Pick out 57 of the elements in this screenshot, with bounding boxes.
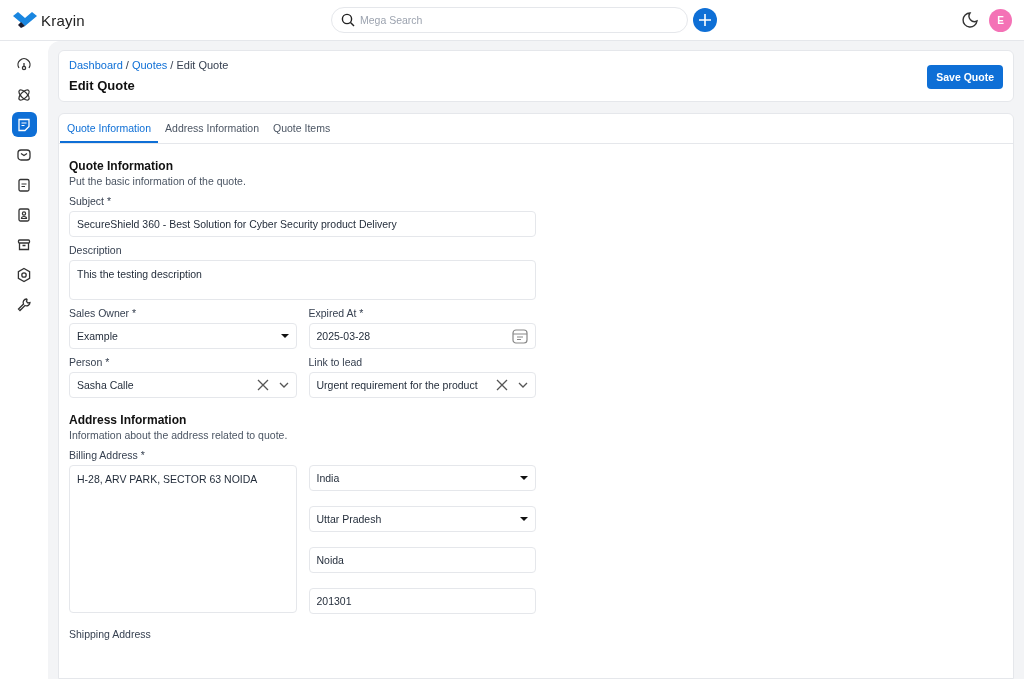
page-title: Edit Quote	[69, 78, 136, 93]
logo-icon	[13, 12, 37, 28]
breadcrumb-separator: /	[170, 59, 174, 71]
breadcrumb-current: Edit Quote	[176, 59, 229, 71]
breadcrumb-link[interactable]: Quotes	[131, 59, 168, 71]
mail-icon	[16, 146, 32, 163]
text-area[interactable]: This the testing description	[69, 260, 536, 300]
field-label: Billing Address *	[69, 449, 146, 461]
gauge-icon	[16, 56, 32, 73]
close-icon[interactable]	[496, 379, 508, 391]
breadcrumb-separator: /	[125, 59, 129, 71]
caret-icon	[520, 476, 528, 480]
tab[interactable]: Quote Information	[60, 114, 159, 143]
input-field[interactable]: Noida	[308, 547, 536, 573]
section-title: Quote Information	[69, 159, 174, 173]
field-label: Link to lead	[308, 356, 364, 368]
select-field[interactable]: Example	[69, 323, 297, 349]
field-label: Sales Owner *	[69, 307, 138, 319]
select-field[interactable]: India	[308, 465, 536, 491]
caret-icon	[280, 334, 289, 338]
clipboard-icon	[16, 176, 32, 193]
chevron-down-icon	[278, 382, 289, 388]
moon-icon[interactable]	[961, 11, 979, 29]
wrench-icon	[16, 296, 32, 313]
settings-icon	[16, 266, 32, 283]
caret-icon	[520, 517, 528, 521]
add-button[interactable]	[693, 8, 717, 32]
logo-text: Krayin	[41, 11, 85, 29]
field-label: Subject *	[69, 195, 113, 207]
field-label: Shipping Address	[69, 628, 152, 640]
search-field[interactable]: Mega Search	[331, 7, 688, 33]
calendar-icon	[512, 328, 528, 344]
date-field[interactable]: 2025-03-28	[308, 323, 536, 349]
select-field[interactable]: Uttar Pradesh	[308, 506, 536, 532]
search-icon	[341, 13, 355, 27]
plus-icon	[698, 13, 712, 27]
text-area[interactable]: H-28, ARV PARK, SECTOR 63 NOIDA	[69, 465, 297, 613]
input-field[interactable]: SecureShield 360 - Best Solution for Cyber Security product Delivery	[69, 211, 536, 237]
close-icon[interactable]	[256, 379, 269, 391]
section-subtitle: Put the basic information of the quote.	[69, 175, 247, 187]
archive-icon	[16, 236, 32, 253]
combo-field[interactable]: Sasha Calle	[69, 372, 297, 398]
save-button[interactable]: Save Quote	[927, 65, 1003, 89]
field-label: Expired At *	[308, 307, 365, 319]
tab[interactable]: Address Information	[158, 114, 266, 143]
field-label: Description	[69, 244, 123, 256]
note-icon	[16, 116, 32, 133]
field-label: Person *	[69, 356, 111, 368]
chevron-down-icon	[518, 382, 528, 388]
section-subtitle: Information about the address related to quote.	[69, 429, 289, 441]
contact-book-icon	[16, 206, 32, 223]
combo-field[interactable]: Urgent requirement for the product	[308, 372, 536, 398]
input-field[interactable]: 201301	[308, 588, 536, 614]
breadcrumb-link[interactable]: Dashboard	[69, 59, 123, 71]
section-title: Address Information	[69, 413, 188, 427]
tab[interactable]: Quote Items	[266, 114, 338, 143]
atom-icon	[16, 86, 32, 103]
